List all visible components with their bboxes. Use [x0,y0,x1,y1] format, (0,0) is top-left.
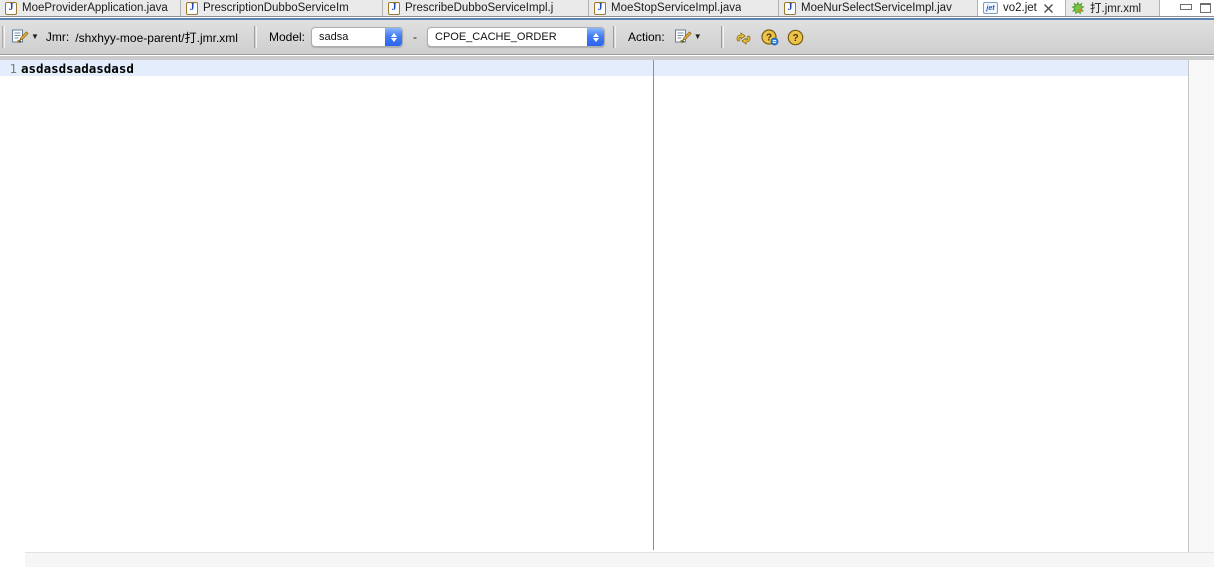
java-file-icon: J [594,1,606,15]
jmr-file-button[interactable]: ▼ [8,27,42,47]
model-select-value: sadsa [319,31,349,43]
view-window-buttons [1174,0,1214,16]
action-label: Action: [628,30,665,44]
toolbar-grip [2,26,5,48]
tab-label: 打.jmr.xml [1090,3,1142,15]
toolbar-separator [253,26,257,48]
java-file-icon: J [186,1,198,15]
toolbar-icon-group: ? ? [734,28,804,46]
tab-moeproviderapplication-java[interactable]: J MoeProviderApplication.java [0,0,181,16]
tab-label: MoeProviderApplication.java [22,2,168,14]
tab-moestopserviceimpl-java[interactable]: J MoeStopServiceImpl.java [589,0,779,16]
select-chevrons-icon [587,28,604,46]
editor-tab-bar: J MoeProviderApplication.java J Prescrip… [0,0,1214,17]
code-line[interactable]: 1 asdasdsadasdasd [0,60,134,76]
dropdown-caret-icon: ▼ [693,32,702,41]
maximize-view-icon[interactable] [1200,3,1211,13]
java-file-icon: J [784,1,796,15]
form-pencil-icon [11,29,29,45]
tab-prescriptiondubboservice[interactable]: J PrescriptionDubboServiceIm [181,0,383,16]
line-number: 1 [9,60,17,76]
java-file-icon: J [388,1,400,15]
jet-file-icon: jet [983,2,998,14]
overview-ruler-scrollbar[interactable] [1188,60,1214,552]
tab-vo2-jet-active[interactable]: jet vo2.jet [978,0,1066,16]
dropdown-caret-icon: ▼ [31,32,39,41]
model-table-dash: - [413,30,417,44]
action-button[interactable]: ▼ [671,27,705,47]
tab-label: MoeNurSelectServiceImpl.jav [801,2,952,14]
model-select[interactable]: sadsa [311,27,403,47]
select-chevrons-icon [385,28,402,46]
jmr-leaf-icon [1071,1,1085,15]
synchronize-icon[interactable] [734,29,753,46]
toolbar-separator [720,26,724,48]
tab-jmr-xml[interactable]: 打.jmr.xml [1066,0,1160,16]
tab-label: PrescriptionDubboServiceIm [203,2,349,14]
tab-label: vo2.jet [1003,2,1037,14]
jmr-path-text: /shxhyy-moe-parent/打.jmr.xml [75,30,238,45]
model-label: Model: [268,30,305,44]
current-line-highlight [0,60,1188,76]
horizontal-scrollbar[interactable] [25,552,1214,567]
minimize-view-icon[interactable] [1180,3,1192,13]
tab-bar-spacer [1160,0,1174,16]
java-file-icon: J [5,1,17,15]
line-text: asdasdsadasdasd [21,60,134,76]
table-select-value: CPOE_CACHE_ORDER [435,31,557,43]
jmr-label: Jmr: [45,30,70,44]
jet-editor-area[interactable]: 1 asdasdsadasdasd [0,60,1214,552]
tab-label: PrescribeDubboServiceImpl.j [405,2,554,14]
jmr-toolbar: ▼ Jmr: /shxhyy-moe-parent/打.jmr.xml Mode… [0,20,1214,55]
help-search-icon[interactable]: ? [761,28,779,46]
editor-split-sash[interactable] [653,60,654,550]
toolbar-separator [613,26,616,48]
table-select[interactable]: CPOE_CACHE_ORDER [427,27,605,47]
tab-label: MoeStopServiceImpl.java [611,2,742,14]
tab-moenurselectserviceimpl-java[interactable]: J MoeNurSelectServiceImpl.jav [779,0,978,16]
help-icon[interactable]: ? [787,29,804,46]
ide-window: J MoeProviderApplication.java J Prescrip… [0,0,1214,567]
close-tab-icon[interactable] [1043,3,1053,13]
svg-text:?: ? [792,33,798,44]
tab-prescribedubboserviceimpl[interactable]: J PrescribeDubboServiceImpl.j [383,0,589,16]
form-pencil-icon [674,29,692,45]
